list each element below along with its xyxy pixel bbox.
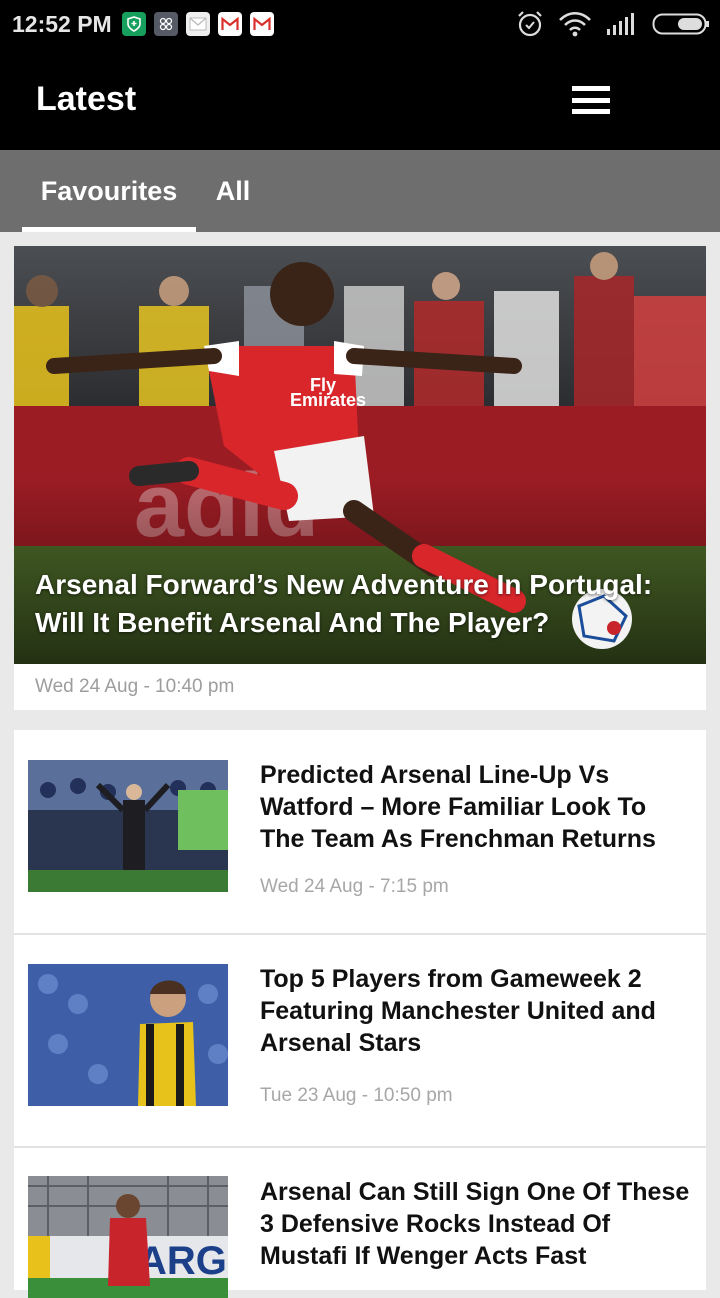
signal-icon: [606, 11, 638, 37]
tab-favourites[interactable]: Favourites: [22, 150, 196, 232]
article-thumbnail: [28, 964, 228, 1106]
article-title: Arsenal Can Still Sign One Of These 3 De…: [260, 1178, 690, 1270]
list-item[interactable]: ARG Arsenal Can Still Sign One Of These …: [14, 1148, 706, 1298]
shield-icon: [122, 12, 146, 36]
featured-article-date: Wed 24 Aug - 10:40 pm: [35, 676, 235, 697]
gmail-icon: [250, 12, 274, 36]
gmail-icon: [218, 12, 242, 36]
app-bar: Latest: [0, 50, 720, 150]
tab-selected-indicator: [22, 227, 196, 232]
article-thumbnail: [28, 760, 228, 892]
status-bar: 12:52 PM: [0, 0, 720, 50]
status-time: 12:52 PM: [12, 11, 112, 37]
article-date: Tue 23 Aug - 10:50 pm: [260, 1085, 453, 1106]
article-date: Wed 24 Aug - 7:15 pm: [260, 876, 449, 897]
wifi-icon: [558, 11, 592, 37]
notification-icons: [122, 12, 274, 36]
app-icon: [154, 12, 178, 36]
page-title: Latest: [36, 80, 137, 118]
battery-icon: [652, 12, 710, 36]
featured-article-card[interactable]: adid Fly Emirates: [14, 246, 706, 710]
svg-text:Emirates: Emirates: [290, 390, 366, 410]
article-list: Predicted Arsenal Line-Up Vs Watford – M…: [14, 730, 706, 1298]
hamburger-menu-icon[interactable]: [568, 82, 614, 118]
tab-all[interactable]: All: [200, 150, 266, 232]
system-icons: [516, 10, 710, 38]
list-item[interactable]: Predicted Arsenal Line-Up Vs Watford – M…: [14, 730, 706, 933]
svg-text:ARG: ARG: [138, 1239, 227, 1283]
article-title: Predicted Arsenal Line-Up Vs Watford – M…: [260, 761, 656, 853]
list-item[interactable]: Top 5 Players from Gameweek 2 Featuring …: [14, 935, 706, 1146]
tab-bar: Favourites All: [0, 150, 720, 232]
alarm-icon: [516, 10, 544, 38]
mail-icon: [186, 12, 210, 36]
article-title: Top 5 Players from Gameweek 2 Featuring …: [260, 965, 656, 1057]
featured-article-title: Arsenal Forward’s New Adventure In Portu…: [35, 569, 653, 638]
